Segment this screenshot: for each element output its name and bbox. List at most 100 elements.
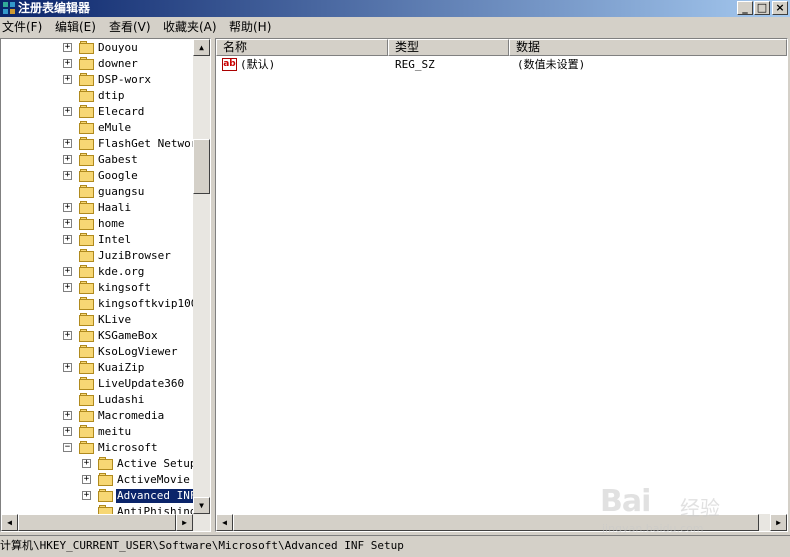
list-hscroll-thumb[interactable]: [233, 514, 759, 531]
scroll-right-button[interactable]: ▶: [176, 514, 193, 531]
column-header-type[interactable]: 类型: [388, 39, 509, 56]
expand-toggle-icon[interactable]: +: [63, 363, 72, 372]
tree-item-label[interactable]: Elecard: [97, 105, 145, 119]
close-button[interactable]: ×: [772, 1, 788, 15]
tree-item-label[interactable]: Advanced INF: [116, 489, 198, 503]
tree-item-label[interactable]: guangsu: [97, 185, 145, 199]
tree-item-label[interactable]: FlashGet Network: [97, 137, 205, 151]
list-scroll-left-button[interactable]: ◀: [216, 514, 233, 531]
tree-item[interactable]: + Intel: [1, 232, 193, 248]
tree-item-label[interactable]: dtip: [97, 89, 126, 103]
tree-item[interactable]: kingsoftkvip1000: [1, 296, 204, 312]
tree-item[interactable]: dtip: [1, 88, 193, 104]
tree-item[interactable]: + DSP-worx: [1, 72, 193, 88]
tree-item-label[interactable]: Gabest: [97, 153, 139, 167]
tree-item-label[interactable]: downer: [97, 57, 139, 71]
tree-item-label[interactable]: Microsoft: [97, 441, 159, 455]
tree-item-label[interactable]: KuaiZip: [97, 361, 145, 375]
expand-toggle-icon[interactable]: +: [82, 459, 91, 468]
scroll-left-button[interactable]: ◀: [1, 514, 18, 531]
value-name[interactable]: (默认): [240, 57, 275, 73]
tree-item-label[interactable]: DSP-worx: [97, 73, 152, 87]
menu-file[interactable]: 文件(F): [2, 20, 42, 35]
tree-item-label[interactable]: home: [97, 217, 126, 231]
tree-item[interactable]: + Elecard: [1, 104, 193, 120]
tree-item[interactable]: KsoLogViewer: [1, 344, 193, 360]
registry-tree-pane[interactable]: + Douyou + downer + DSP-worx dtip + Elecard eMule…: [0, 38, 211, 532]
tree-item-label[interactable]: Active Setup: [116, 457, 197, 471]
tree-item[interactable]: − Microsoft: [1, 440, 193, 456]
menu-help[interactable]: 帮助(H): [229, 20, 271, 35]
tree-item[interactable]: + kingsoft: [1, 280, 193, 296]
tree-item[interactable]: + KSGameBox: [1, 328, 193, 344]
tree-item[interactable]: + FlashGet Network: [1, 136, 204, 152]
expand-toggle-icon[interactable]: +: [63, 219, 72, 228]
expand-toggle-icon[interactable]: +: [63, 235, 72, 244]
column-header-data[interactable]: 数据: [509, 39, 787, 56]
tree-item[interactable]: + meitu: [1, 424, 193, 440]
tree-item-label[interactable]: Ludashi: [97, 393, 145, 407]
tree-item-label[interactable]: ActiveMovie: [116, 473, 191, 487]
values-list-pane[interactable]: 名称 类型 数据 ab (默认) REG_SZ (数值未设置) ◀ ▶: [215, 38, 788, 532]
scroll-up-button[interactable]: ▲: [193, 39, 210, 56]
tree-item[interactable]: Ludashi: [1, 392, 193, 408]
tree-item-label[interactable]: kde.org: [97, 265, 145, 279]
tree-vertical-scrollbar[interactable]: ▲ ▼: [193, 39, 210, 514]
expand-toggle-icon[interactable]: +: [63, 427, 72, 436]
tree-item-label[interactable]: kingsoftkvip1000: [97, 297, 205, 311]
list-scroll-right-button[interactable]: ▶: [770, 514, 787, 531]
tree-item[interactable]: + Gabest: [1, 152, 193, 168]
tree-item[interactable]: + Active Setup: [1, 456, 196, 472]
tree-item[interactable]: + Haali: [1, 200, 193, 216]
expand-toggle-icon[interactable]: +: [63, 43, 72, 52]
expand-toggle-icon[interactable]: +: [63, 283, 72, 292]
minimize-button[interactable]: _: [737, 1, 753, 15]
menu-view[interactable]: 查看(V): [109, 20, 151, 35]
tree-item-label[interactable]: Intel: [97, 233, 132, 247]
tree-item[interactable]: KLive: [1, 312, 193, 328]
tree-item[interactable]: + Google: [1, 168, 193, 184]
expand-toggle-icon[interactable]: +: [63, 155, 72, 164]
expand-toggle-icon[interactable]: +: [63, 267, 72, 276]
tree-item-label[interactable]: KsoLogViewer: [97, 345, 178, 359]
tree-item-label[interactable]: JuziBrowser: [97, 249, 172, 263]
tree-item[interactable]: + ActiveMovie: [1, 472, 193, 488]
expand-toggle-icon[interactable]: −: [63, 443, 72, 452]
list-horizontal-scrollbar[interactable]: ◀ ▶: [216, 514, 787, 531]
tree-item[interactable]: + kde.org: [1, 264, 193, 280]
tree-item-label[interactable]: Douyou: [97, 41, 139, 55]
tree-item[interactable]: + KuaiZip: [1, 360, 193, 376]
tree-item[interactable]: eMule: [1, 120, 193, 136]
tree-item[interactable]: LiveUpdate360: [1, 376, 193, 392]
tree-item-label[interactable]: KLive: [97, 313, 132, 327]
tree-item[interactable]: + Advanced INF: [1, 488, 198, 504]
tree-item-label[interactable]: Macromedia: [97, 409, 165, 423]
tree-item[interactable]: + downer: [1, 56, 193, 72]
tree-item-label[interactable]: kingsoft: [97, 281, 152, 295]
menu-edit[interactable]: 编辑(E): [55, 20, 96, 35]
tree-item-label[interactable]: meitu: [97, 425, 132, 439]
tree-item[interactable]: + Douyou: [1, 40, 193, 56]
tree-item-label[interactable]: LiveUpdate360: [97, 377, 185, 391]
tree-item[interactable]: JuziBrowser: [1, 248, 193, 264]
expand-toggle-icon[interactable]: +: [63, 59, 72, 68]
tree-item-label[interactable]: KSGameBox: [97, 329, 159, 343]
maximize-button[interactable]: □: [754, 1, 770, 15]
tree-item-label[interactable]: Google: [97, 169, 139, 183]
tree-item[interactable]: guangsu: [1, 184, 193, 200]
expand-toggle-icon[interactable]: +: [82, 475, 91, 484]
hscroll-thumb[interactable]: [18, 514, 176, 531]
tree-item[interactable]: + Macromedia: [1, 408, 193, 424]
expand-toggle-icon[interactable]: +: [63, 107, 72, 116]
column-header-name[interactable]: 名称: [216, 39, 388, 56]
expand-toggle-icon[interactable]: +: [63, 411, 72, 420]
expand-toggle-icon[interactable]: +: [82, 491, 91, 500]
tree-item[interactable]: + home: [1, 216, 193, 232]
scroll-down-button[interactable]: ▼: [193, 497, 210, 514]
tree-item-label[interactable]: Haali: [97, 201, 132, 215]
expand-toggle-icon[interactable]: +: [63, 139, 72, 148]
menu-favorites[interactable]: 收藏夹(A): [163, 20, 217, 35]
scroll-thumb[interactable]: [193, 139, 210, 194]
expand-toggle-icon[interactable]: +: [63, 203, 72, 212]
tree-item-label[interactable]: eMule: [97, 121, 132, 135]
